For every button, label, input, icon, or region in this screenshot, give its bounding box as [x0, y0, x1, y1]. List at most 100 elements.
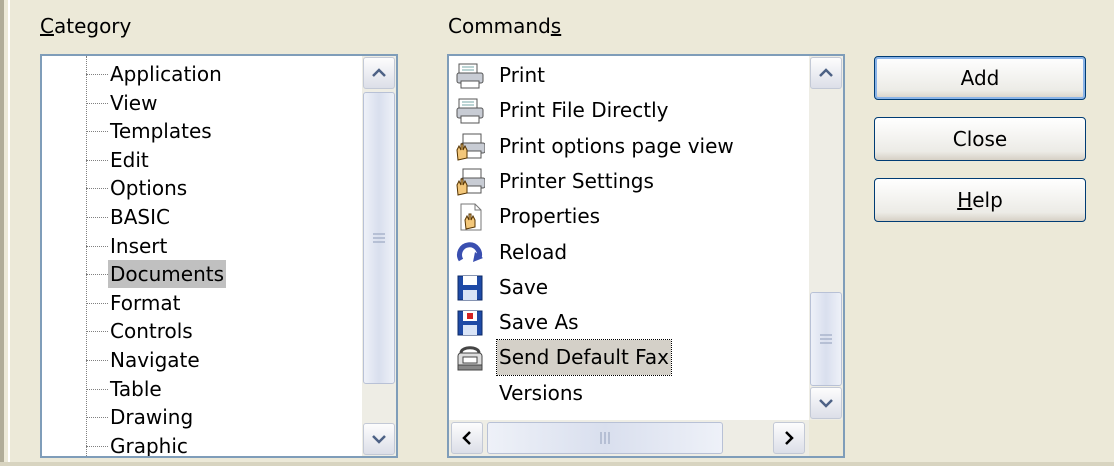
category-item-graphic[interactable]: Graphic: [42, 432, 360, 458]
commands-scroll-down-button[interactable]: [810, 387, 842, 419]
commands-vertical-scrollbar[interactable]: [809, 56, 843, 420]
category-item-label: Controls: [110, 319, 193, 344]
tree-connector: [86, 245, 108, 247]
category-item-label: Table: [110, 376, 162, 401]
category-scroll-thumb[interactable]: [363, 92, 395, 384]
category-item-label: Drawing: [110, 405, 194, 430]
category-item-label: Insert: [110, 233, 168, 258]
tree-connector: [86, 217, 108, 218]
category-item-basic[interactable]: BASIC: [42, 203, 360, 231]
dialog-left-border: [0, 0, 4, 466]
grip-icon: [820, 334, 832, 344]
tree-connector: [86, 302, 108, 304]
tree-connector: [86, 360, 108, 361]
tree-connector: [86, 388, 108, 390]
chevron-right-icon: [785, 431, 794, 445]
commands-list[interactable]: Print Print File Directly Print options pa…: [447, 54, 845, 458]
command-item-save-as[interactable]: Save As: [449, 305, 807, 340]
chevron-left-icon: [462, 431, 471, 445]
command-item-label: Reload: [499, 239, 568, 264]
tree-connector: [86, 274, 108, 276]
printer-icon: [456, 63, 484, 89]
document-hand-icon: [460, 203, 482, 231]
tree-connector: [86, 102, 108, 104]
category-item-drawing[interactable]: Drawing: [42, 403, 360, 431]
floppy-disk-red-icon: [457, 310, 483, 336]
reload-icon: [457, 241, 483, 262]
category-item-documents[interactable]: Documents: [42, 260, 360, 289]
command-item-label: Print File Directly: [499, 98, 669, 123]
command-item-print-options-page-view[interactable]: Print options page view: [449, 129, 807, 164]
fax-icon: [457, 346, 483, 371]
category-item-navigate[interactable]: Navigate: [42, 346, 360, 374]
category-item-format[interactable]: Format: [42, 289, 360, 317]
scrollbar-corner: [809, 420, 843, 456]
category-item-label: Options: [110, 176, 188, 201]
category-item-table[interactable]: Table: [42, 375, 360, 403]
category-item-label: Documents: [108, 260, 227, 289]
commands-scroll-thumb[interactable]: [810, 292, 842, 386]
command-item-print[interactable]: Print: [449, 58, 807, 93]
category-item-label: Templates: [110, 119, 212, 144]
command-item-label: Save As: [499, 310, 579, 335]
help-button[interactable]: Help: [874, 178, 1086, 222]
command-item-label: Printer Settings: [499, 168, 654, 193]
command-item-save[interactable]: Save: [449, 270, 807, 305]
printer-icon: [456, 98, 484, 124]
category-label: Category: [40, 14, 132, 38]
command-item-properties[interactable]: Properties: [449, 199, 807, 234]
command-item-label: Send Default Fax: [496, 339, 672, 377]
commands-scroll-up-button[interactable]: [810, 57, 842, 89]
category-item-view[interactable]: View: [42, 89, 360, 117]
chevron-down-icon: [819, 399, 833, 408]
command-item-send-default-fax[interactable]: Send Default Fax: [449, 339, 807, 377]
printer-hand-icon: [456, 168, 485, 196]
category-item-label: View: [110, 90, 158, 115]
grip-icon: [600, 432, 610, 444]
command-item-reload[interactable]: Reload: [449, 235, 807, 270]
category-item-label: Graphic: [110, 433, 188, 458]
printer-hand-icon: [456, 133, 485, 161]
commands-hscroll-thumb[interactable]: [487, 422, 723, 454]
chevron-up-icon: [819, 68, 833, 77]
command-item-print-file-directly[interactable]: Print File Directly: [449, 93, 807, 128]
category-vertical-scrollbar[interactable]: [362, 56, 396, 456]
category-item-label: Format: [110, 290, 181, 315]
tree-connector: [86, 417, 108, 419]
grip-icon: [373, 233, 385, 243]
close-button[interactable]: Close: [874, 117, 1086, 161]
tree-connector: [86, 131, 108, 133]
category-item-edit[interactable]: Edit: [42, 146, 360, 174]
command-item-versions[interactable]: Versions: [449, 376, 807, 411]
command-item-label: Versions: [499, 380, 583, 405]
category-item-label: Edit: [110, 147, 149, 172]
commands-scroll-right-button[interactable]: [773, 422, 805, 454]
category-item-label: Application: [110, 62, 222, 86]
tree-connector: [86, 74, 108, 75]
category-item-label: Navigate: [110, 348, 200, 372]
tree-connector: [86, 331, 108, 333]
category-item-templates[interactable]: Templates: [42, 117, 360, 145]
dialog-left-highlight: [8, 0, 10, 466]
dialog-bottom-border: [0, 462, 1114, 466]
commands-horizontal-scrollbar[interactable]: [449, 420, 809, 456]
category-item-controls[interactable]: Controls: [42, 317, 360, 345]
command-item-label: Print options page view: [499, 133, 734, 158]
add-button[interactable]: Add: [874, 56, 1086, 100]
command-item-printer-settings[interactable]: Printer Settings: [449, 164, 807, 199]
category-item-label: BASIC: [110, 205, 170, 229]
command-item-label: Properties: [499, 204, 601, 229]
category-scroll-down-button[interactable]: [363, 423, 395, 455]
category-item-insert[interactable]: Insert: [42, 232, 360, 260]
floppy-disk-icon: [457, 275, 483, 301]
commands-scroll-left-button[interactable]: [451, 422, 483, 454]
commands-label: Commands: [448, 14, 562, 38]
command-item-label: Save: [499, 274, 549, 299]
category-item-options[interactable]: Options: [42, 174, 360, 202]
category-scroll-up-button[interactable]: [363, 57, 395, 89]
category-tree[interactable]: Application View Templates Edit Options BASIC…: [40, 54, 398, 458]
chevron-down-icon: [372, 435, 386, 444]
category-item-application[interactable]: Application: [42, 60, 360, 88]
tree-connector: [86, 159, 108, 161]
command-item-label: Print: [499, 63, 546, 87]
